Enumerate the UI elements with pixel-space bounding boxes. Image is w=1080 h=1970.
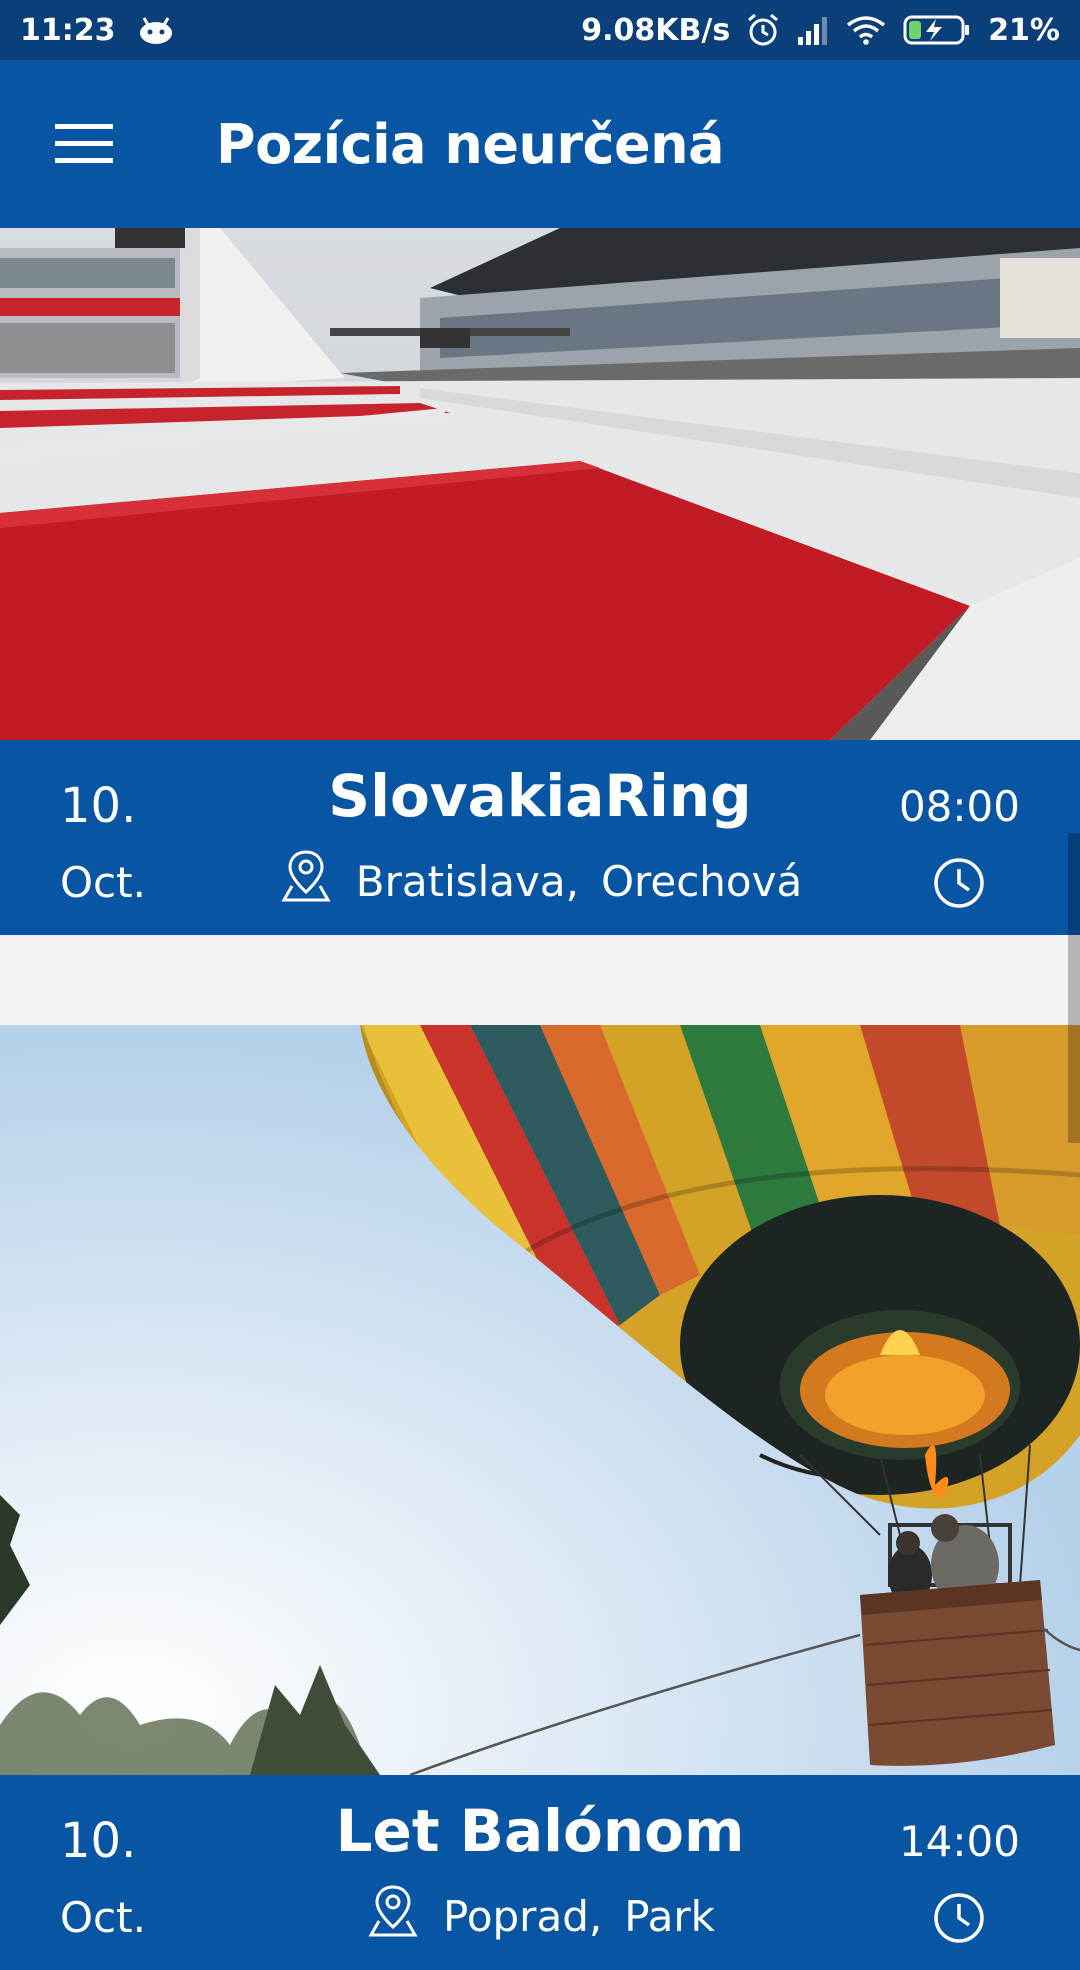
- event-info-bar: 10. Oct. SlovakiaRing Bratislava, Orecho…: [0, 740, 1080, 935]
- hamburger-menu-icon[interactable]: [42, 102, 126, 186]
- status-time: 11:23: [20, 12, 116, 48]
- clock-icon: [932, 856, 986, 915]
- event-time: 08:00: [898, 782, 1020, 831]
- wifi-icon: [846, 15, 886, 45]
- event-info-bar: 10. Oct. Let Balónom Poprad, Park 14:00: [0, 1775, 1080, 1970]
- location-pin-icon: [278, 848, 334, 914]
- event-location: Bratislava, Orechová: [0, 848, 1080, 914]
- card-separator: [0, 935, 1080, 1025]
- event-location: Poprad, Park: [0, 1883, 1080, 1949]
- clock-icon: [932, 1891, 986, 1950]
- android-icon: [138, 16, 174, 44]
- alarm-icon: [746, 13, 780, 47]
- event-city: Bratislava,: [355, 856, 579, 906]
- event-place: Park: [624, 1891, 715, 1941]
- event-place: Orechová: [600, 856, 803, 906]
- status-bar: 11:23 9.08KB/s 21%: [0, 0, 1080, 60]
- page-title: Pozícia neurčená: [216, 112, 725, 176]
- location-pin-icon: [365, 1883, 421, 1949]
- event-card[interactable]: 10. Oct. SlovakiaRing Bratislava, Orecho…: [0, 228, 1080, 935]
- battery-charging-icon: [902, 14, 972, 46]
- net-speed: 9.08KB/s: [581, 12, 731, 48]
- race-track-photo: [0, 228, 1080, 740]
- hot-air-balloon-photo: [0, 1025, 1080, 1775]
- battery-percent: 21%: [988, 12, 1060, 48]
- event-card[interactable]: 10. Oct. Let Balónom Poprad, Park 14:00: [0, 1025, 1080, 1970]
- app-bar: Pozícia neurčená: [0, 60, 1080, 228]
- event-city: Poprad,: [443, 1891, 603, 1941]
- event-time: 14:00: [898, 1817, 1020, 1866]
- signal-icon: [796, 15, 830, 45]
- scrollbar-thumb[interactable]: [1068, 833, 1080, 1143]
